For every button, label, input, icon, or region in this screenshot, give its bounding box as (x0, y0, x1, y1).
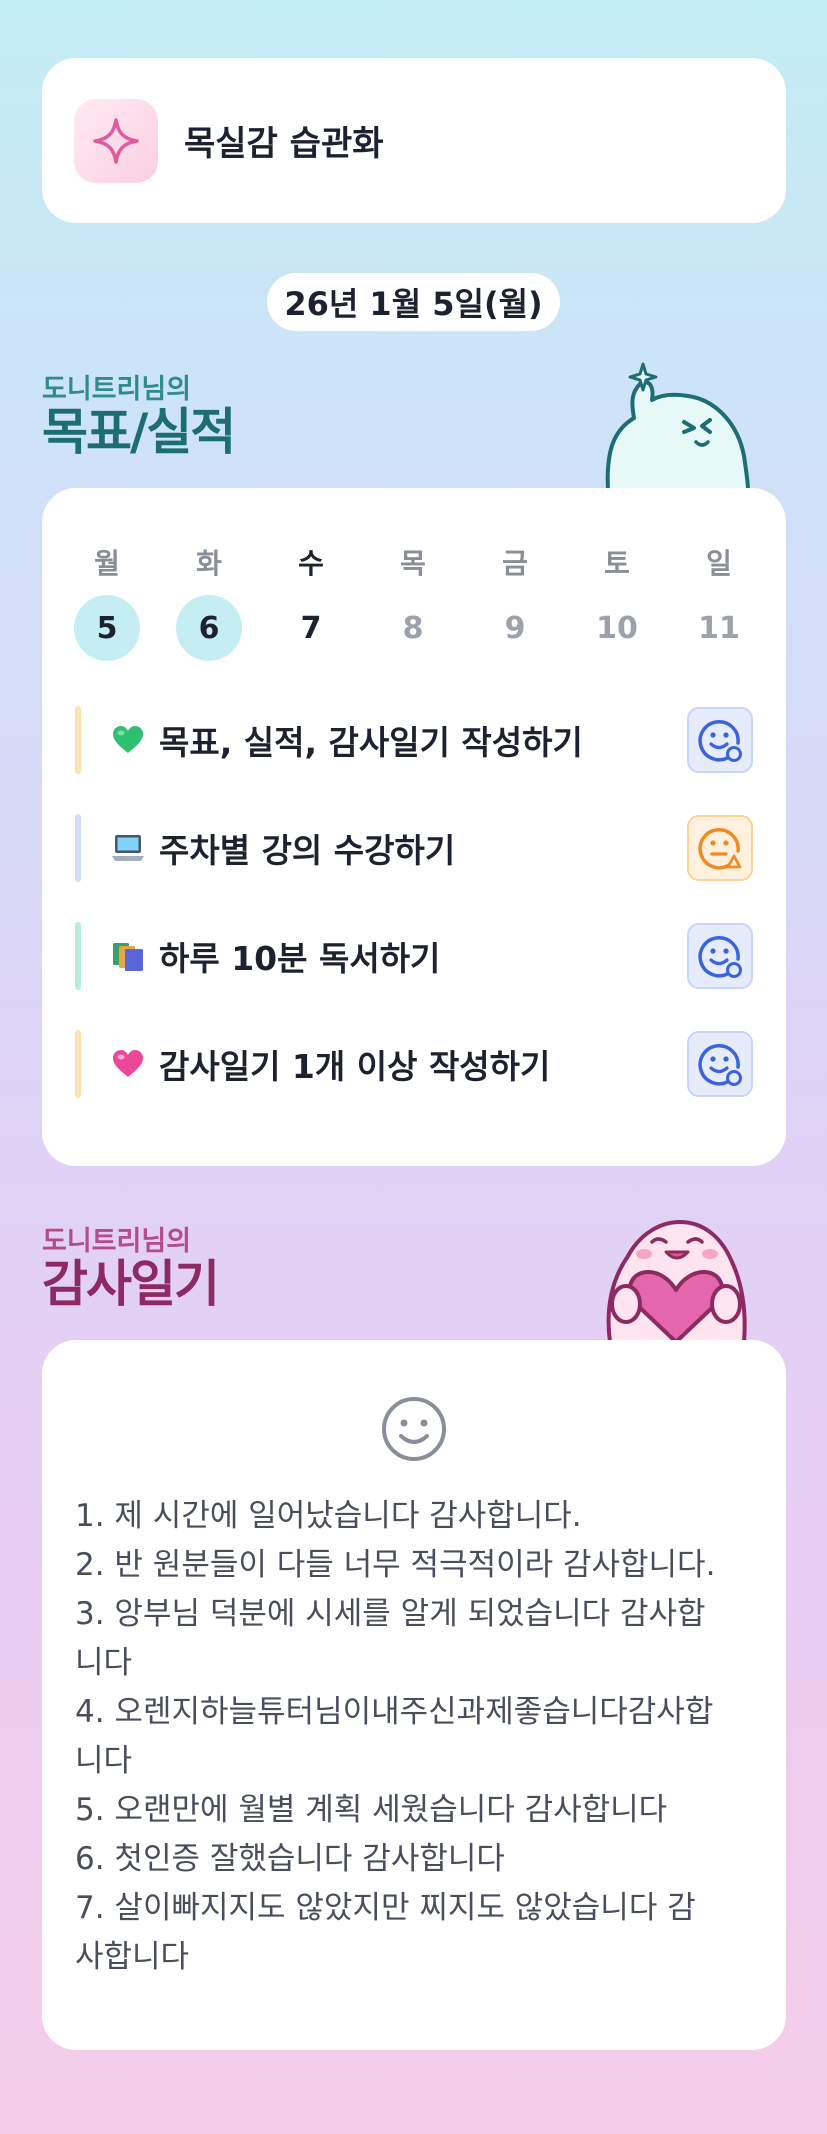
diary-line: 니다 (75, 1743, 133, 1779)
day-name-thu: 목 (400, 547, 426, 580)
day-name-sat: 토 (604, 547, 630, 580)
day-button-5[interactable]: 5 (74, 595, 140, 661)
goal-label: 감사일기 1개 이상 작성하기 (159, 1047, 551, 1086)
day-button-10[interactable]: 10 (584, 595, 650, 661)
goal-color-bar (75, 706, 81, 774)
goals-section-heading: 목표/실적 (42, 403, 236, 461)
diary-section-subtitle: 도니트리님의 (42, 1226, 192, 1257)
diary-line: 6. 첫인증 잘했습니다 감사합니다 (75, 1841, 505, 1877)
diary-line: 사합니다 (75, 1939, 190, 1975)
books-icon (111, 939, 145, 973)
day-name-fri: 금 (502, 547, 528, 580)
goal-item[interactable]: 목표, 실적, 감사일기 작성하기 (75, 706, 753, 774)
diary-line: 1. 제 시간에 일어났습니다 감사합니다. (75, 1498, 582, 1534)
sparkle-icon (74, 98, 158, 183)
goal-color-bar (75, 1030, 81, 1098)
green-heart-icon (111, 723, 145, 757)
happy-check-icon[interactable] (687, 1031, 753, 1097)
day-name-tue: 화 (196, 547, 222, 580)
goal-label: 주차별 강의 수강하기 (159, 831, 456, 870)
diary-section-title: 도니트리님의 감사일기 (42, 1226, 220, 1313)
diary-section-heading: 감사일기 (42, 1255, 220, 1313)
day-button-7[interactable]: 7 (278, 595, 344, 661)
diary-line: 7. 살이빠지지도 않았지만 찌지도 않았습니다 감 (75, 1890, 696, 1926)
day-name-mon: 월 (94, 547, 120, 580)
diary-line: 3. 앙부님 덕분에 시세를 알게 되었습니다 감사합 (75, 1596, 706, 1632)
diary-entries: 1. 제 시간에 일어났습니다 감사합니다. 2. 반 원분들이 다들 너무 적… (75, 1492, 755, 1982)
goal-color-bar (75, 814, 81, 882)
goal-item[interactable]: 주차별 강의 수강하기 (75, 814, 753, 882)
day-button-6[interactable]: 6 (176, 595, 242, 661)
goals-section-subtitle: 도니트리님의 (42, 374, 192, 405)
pink-heart-icon (111, 1047, 145, 1081)
mascot-ghost-image (598, 360, 758, 494)
goal-label: 하루 10분 독서하기 (159, 939, 441, 978)
smile-icon (381, 1396, 447, 1466)
neutral-warning-icon[interactable] (687, 815, 753, 881)
date-selector[interactable]: 26년 1월 5일(월) (267, 273, 560, 331)
mascot-heart-image (596, 1212, 756, 1346)
day-name-wed: 수 (298, 547, 324, 580)
goal-color-bar (75, 922, 81, 990)
day-button-8[interactable]: 8 (380, 595, 446, 661)
diary-line: 5. 오랜만에 월별 계획 세웠습니다 감사합니다 (75, 1792, 668, 1828)
diary-line: 4. 오렌지하늘튜터님이내주신과제좋습니다감사합 (75, 1694, 714, 1730)
goals-section-title: 도니트리님의 목표/실적 (42, 374, 236, 461)
diary-line: 니다 (75, 1645, 133, 1681)
week-day-numbers: 5 6 7 8 9 10 11 (0, 595, 827, 661)
happy-check-icon[interactable] (687, 923, 753, 989)
diary-card: 1. 제 시간에 일어났습니다 감사합니다. 2. 반 원분들이 다들 너무 적… (42, 1340, 786, 2050)
day-button-11[interactable]: 11 (686, 595, 752, 661)
diary-line: 2. 반 원분들이 다들 너무 적극적이라 감사합니다. (75, 1547, 716, 1583)
goal-item[interactable]: 하루 10분 독서하기 (75, 922, 753, 990)
week-day-names: 월 화 수 목 금 토 일 (0, 542, 827, 582)
day-name-sun: 일 (706, 547, 732, 580)
day-button-9[interactable]: 9 (482, 595, 548, 661)
goal-item[interactable]: 감사일기 1개 이상 작성하기 (75, 1030, 753, 1098)
goal-label: 목표, 실적, 감사일기 작성하기 (159, 723, 583, 762)
page-title: 목실감 습관화 (184, 124, 384, 164)
happy-check-icon[interactable] (687, 707, 753, 773)
header-card: 목실감 습관화 (42, 58, 786, 223)
laptop-icon (111, 831, 145, 865)
